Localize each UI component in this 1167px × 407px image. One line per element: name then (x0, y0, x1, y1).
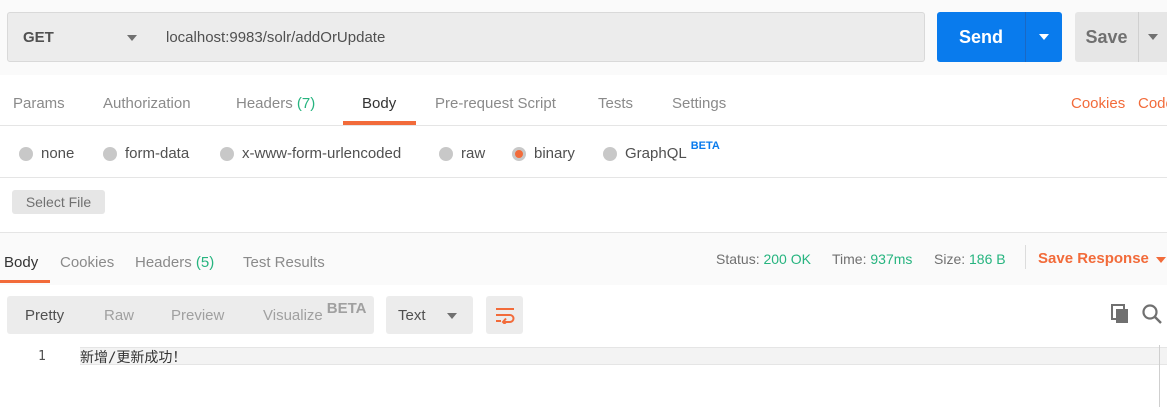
view-mode-group: Pretty Raw Preview Visualize BETA (7, 296, 374, 334)
time-value: 937ms (870, 251, 913, 267)
view-raw[interactable]: Raw (104, 307, 134, 324)
radio-indicator (103, 146, 117, 161)
radio-binary[interactable]: binary (512, 145, 575, 162)
response-tab-body[interactable]: Body (4, 254, 38, 271)
time-readout: Time: 937ms (832, 251, 912, 267)
radio-graphql[interactable]: GraphQL BETA (603, 140, 720, 162)
view-preview[interactable]: Preview (171, 307, 224, 324)
response-bar: Body Cookies Headers (5) Test Results St… (0, 233, 1167, 285)
format-select[interactable]: Text (386, 296, 473, 334)
method-select[interactable]: GET (7, 12, 153, 62)
binary-file-area: Select File (0, 178, 1167, 233)
radio-form-data[interactable]: form-data (103, 145, 189, 162)
radio-label: x-www-form-urlencoded (242, 145, 402, 162)
view-visualize[interactable]: Visualize BETA (263, 300, 367, 324)
line-number: 1 (38, 349, 46, 364)
url-value: localhost:9983/solr/addOrUpdate (166, 28, 386, 46)
tab-headers-label: Headers (236, 95, 293, 112)
response-body-editor[interactable]: 1 新增/更新成功！ (0, 345, 1167, 407)
request-tabs: Params Authorization Headers (7) Body Pr… (0, 75, 1167, 126)
response-tab-cookies[interactable]: Cookies (60, 254, 114, 271)
chevron-down-icon (447, 313, 457, 319)
tab-tests[interactable]: Tests (598, 95, 633, 112)
chevron-down-icon[interactable] (1156, 257, 1166, 263)
size-value: 186 B (969, 251, 1006, 267)
radio-none[interactable]: none (19, 145, 74, 162)
method-label: GET (23, 28, 54, 46)
response-tab-test-results[interactable]: Test Results (243, 254, 325, 271)
wrap-lines-icon (495, 308, 514, 324)
save-button[interactable]: Save (1075, 12, 1138, 62)
radio-indicator (220, 146, 234, 161)
radio-label: raw (461, 145, 486, 162)
tab-headers-count: (7) (296, 95, 316, 112)
code-link[interactable]: Code (1138, 95, 1167, 112)
beta-badge: BETA (326, 300, 367, 317)
chevron-down-icon (127, 35, 137, 41)
wrap-lines-button[interactable] (486, 296, 523, 334)
radio-indicator (603, 146, 617, 161)
body-type-options: none form-data x-www-form-urlencoded raw… (0, 126, 1167, 178)
save-response-button[interactable]: Save Response (1038, 250, 1149, 267)
view-pretty[interactable]: Pretty (25, 307, 64, 324)
status-label: Status: (716, 251, 760, 267)
response-view-controls: Pretty Raw Preview Visualize BETA Text (0, 285, 1167, 345)
active-tab-indicator (343, 121, 416, 125)
chevron-down-icon (1148, 34, 1158, 40)
divider (1025, 245, 1026, 269)
radio-label: binary (534, 145, 575, 162)
active-line-highlight (80, 347, 1167, 365)
radio-x-www-form-urlencoded[interactable]: x-www-form-urlencoded (220, 145, 401, 162)
tab-body[interactable]: Body (362, 95, 396, 112)
select-file-button[interactable]: Select File (12, 190, 105, 214)
response-tab-headers[interactable]: Headers (5) (135, 254, 214, 271)
chevron-down-icon (1039, 34, 1049, 40)
size-label: Size: (934, 251, 966, 267)
tab-settings[interactable]: Settings (672, 95, 726, 112)
send-dropdown-button[interactable] (1025, 12, 1062, 62)
request-bar: GET localhost:9983/solr/addOrUpdate Send… (0, 0, 1167, 75)
response-tab-headers-label: Headers (135, 254, 192, 271)
tab-headers[interactable]: Headers (7) (236, 95, 315, 112)
code-line-text: 新增/更新成功！ (80, 350, 187, 366)
radio-label: none (41, 145, 75, 162)
response-tab-headers-count: (5) (195, 254, 215, 271)
search-icon[interactable] (1141, 303, 1163, 325)
status-value: 200 OK (763, 251, 811, 267)
radio-raw[interactable]: raw (439, 145, 485, 162)
status-readout: Status: 200 OK (716, 251, 811, 267)
tab-params[interactable]: Params (13, 95, 65, 112)
save-dropdown-button[interactable] (1138, 12, 1167, 62)
radio-indicator (439, 146, 453, 161)
view-visualize-label: Visualize (263, 307, 323, 324)
beta-badge: BETA (690, 139, 720, 152)
copy-icon[interactable] (1109, 303, 1131, 325)
format-value: Text (398, 307, 426, 324)
active-tab-indicator (0, 280, 50, 283)
radio-label: GraphQL (625, 145, 687, 162)
url-input[interactable]: localhost:9983/solr/addOrUpdate (152, 12, 925, 62)
tab-authorization[interactable]: Authorization (103, 95, 191, 112)
editor-edge (1159, 345, 1160, 407)
time-label: Time: (832, 251, 867, 267)
radio-indicator (19, 146, 33, 161)
send-button[interactable]: Send (937, 12, 1025, 62)
radio-indicator-selected (512, 146, 526, 161)
radio-label: form-data (125, 145, 190, 162)
size-readout: Size: 186 B (934, 251, 1006, 267)
cookies-link[interactable]: Cookies (1071, 95, 1125, 112)
tab-prerequest-script[interactable]: Pre-request Script (435, 95, 556, 112)
